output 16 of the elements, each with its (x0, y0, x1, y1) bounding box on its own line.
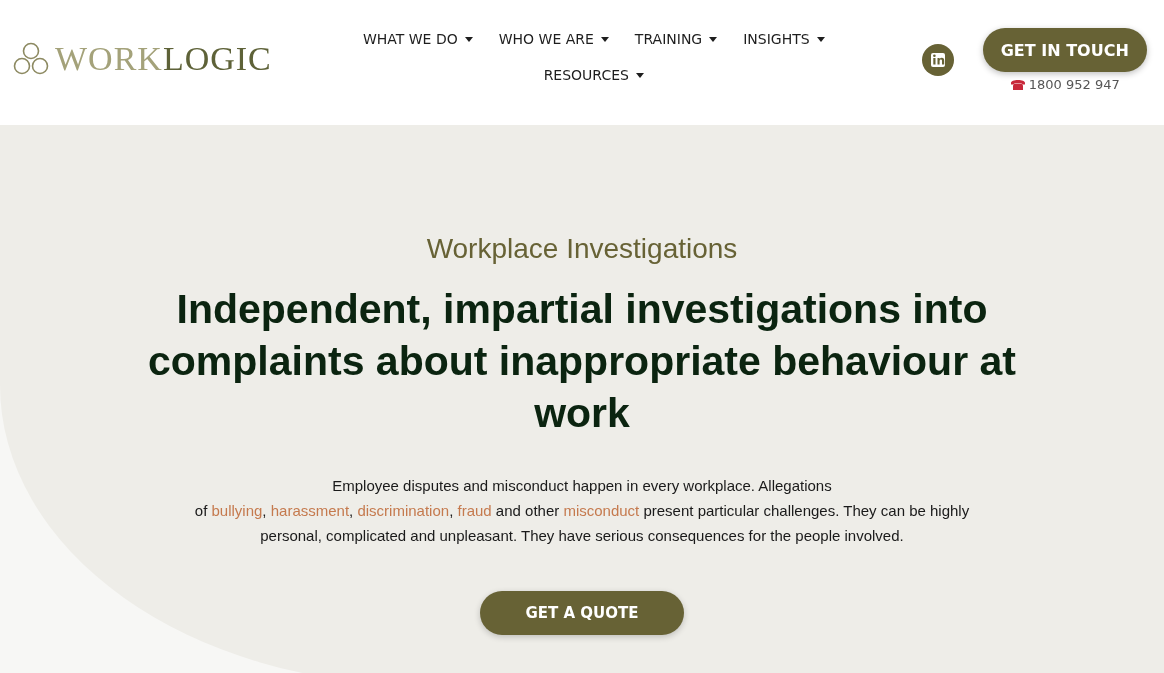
logo-icon (13, 42, 49, 76)
phone-icon (1009, 78, 1026, 91)
nav-menu-item[interactable]: TRAINING (634, 28, 718, 50)
nav-menu-item[interactable]: INSIGHTS (743, 28, 825, 50)
nav-menu-item[interactable]: WHAT WE DO (362, 28, 473, 50)
hero-heading: Independent, impartial investigations into complaints about inappropriate behaviour at work (147, 285, 1017, 438)
get-a-quote-button[interactable]: GET A QUOTE (480, 591, 684, 635)
section-subtitle: Workplace Investigations (426, 233, 738, 265)
nav-menu-item[interactable]: RESOURCES (543, 64, 644, 86)
intro-paragraph: Employee disputes and misconduct happen in every workplace. Allegations of bullying, harassment, discrimination, fraud and other misconduct present particular challenges. They can be highly personal, complicated and unpleasant. They have serious consequences for the people involved. (194, 476, 970, 546)
phone-number[interactable]: 1800 952 947 (1028, 77, 1120, 92)
linkedin-icon[interactable] (921, 44, 954, 76)
nav-menu-item[interactable]: WHO WE ARE (498, 28, 609, 50)
logo-text: WORKLOGIC (55, 40, 272, 78)
logo[interactable]: WORKLOGIC (13, 40, 272, 78)
get-in-touch-button[interactable]: GET IN TOUCH (982, 28, 1147, 72)
